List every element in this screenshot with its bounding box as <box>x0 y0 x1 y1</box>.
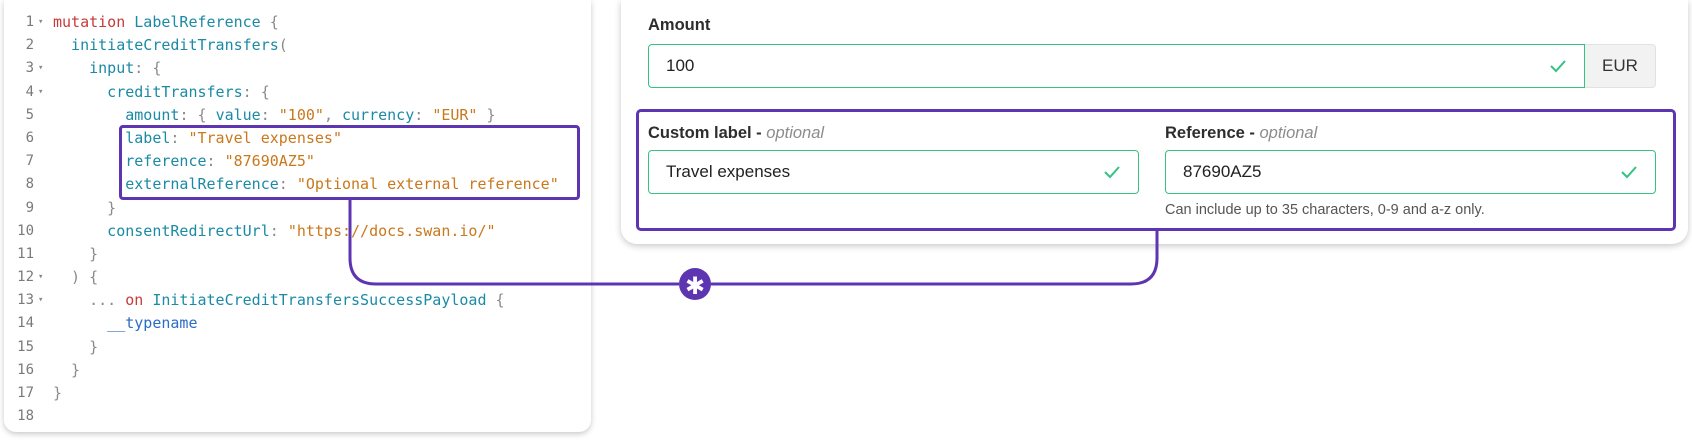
connector-lines <box>348 200 1159 286</box>
asterisk-icon: ✱ <box>679 268 711 300</box>
